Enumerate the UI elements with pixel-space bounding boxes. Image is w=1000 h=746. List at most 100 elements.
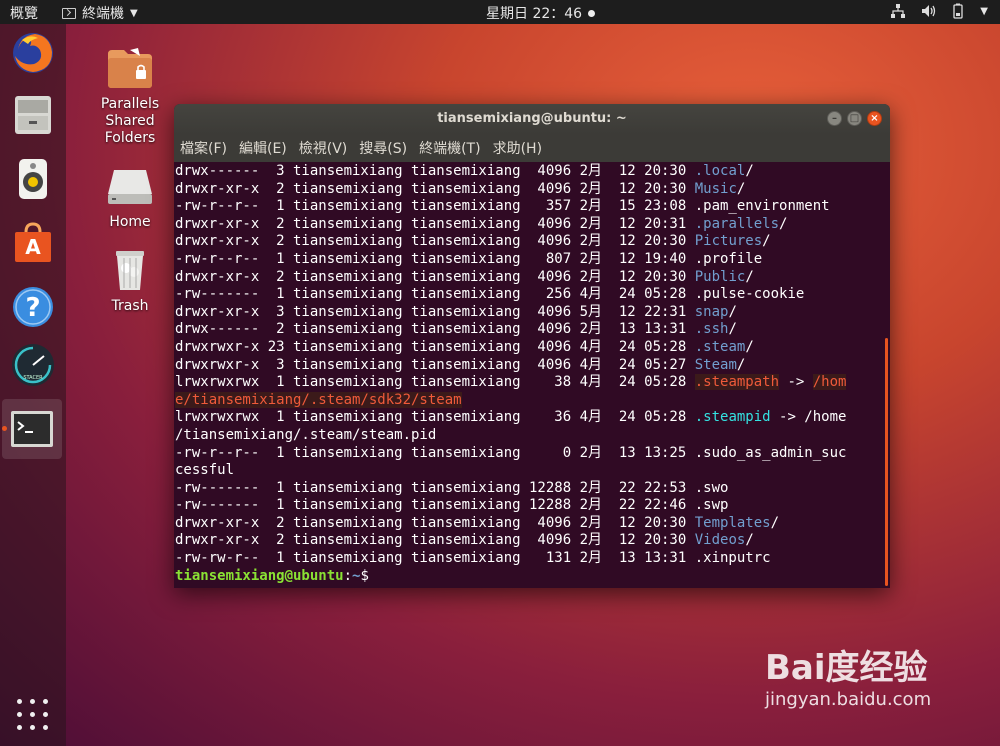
menu-search[interactable]: 搜尋(S) <box>359 138 407 158</box>
terminal-text: .steam <box>694 338 746 355</box>
terminal-text: Steam <box>694 356 737 373</box>
terminal-text: snap <box>694 303 729 320</box>
minimize-icon: – <box>832 113 837 124</box>
terminal-text: cessful <box>175 462 235 479</box>
speaker-icon <box>19 159 47 199</box>
desktop-icon-label: Parallels Shared Folders <box>100 96 160 146</box>
help-icon: ? <box>13 287 53 327</box>
notification-dot-icon <box>588 9 596 17</box>
terminal-line: drwxr-xr-x 3 tiansemixiang tiansemixiang… <box>175 304 890 322</box>
terminal-line: e/tiansemixiang/.steam/sdk32/steam <box>175 391 890 410</box>
menu-edit[interactable]: 編輯(E) <box>239 138 287 158</box>
minimize-button[interactable]: – <box>827 111 842 126</box>
terminal-text: -rw------- 1 tiansemixiang tiansemixiang… <box>175 286 805 303</box>
dock-stacer[interactable]: STACER <box>10 342 56 388</box>
terminal-text: -rw-r--r-- 1 tiansemixiang tiansemixiang… <box>175 444 847 461</box>
terminal-output[interactable]: drwx------ 3 tiansemixiang tiansemixiang… <box>174 162 890 585</box>
desktop-icon-parallels[interactable]: Parallels Shared Folders <box>90 46 170 147</box>
terminal-line: /tiansemixiang/.steam/steam.pid <box>175 427 890 445</box>
terminal-text: drwxr-xr-x 2 tiansemixiang tiansemixiang… <box>175 532 695 549</box>
menu-help[interactable]: 求助(H) <box>493 138 542 158</box>
terminal-text: .parallels <box>694 215 780 232</box>
terminal-prompt[interactable]: tiansemixiang@ubuntu:~$ <box>175 568 890 586</box>
app-menu[interactable]: 終端機 ▼ <box>62 3 138 23</box>
dock-files[interactable] <box>10 92 56 138</box>
close-icon: × <box>870 113 879 124</box>
terminal-line: lrwxrwxrwx 1 tiansemixiang tiansemixiang… <box>175 374 890 392</box>
terminal-line: -rw-r--r-- 1 tiansemixiang tiansemixiang… <box>175 251 890 269</box>
terminal-text: / <box>745 532 754 549</box>
terminal-line: drwxr-xr-x 2 tiansemixiang tiansemixiang… <box>175 515 890 533</box>
terminal-text: drwxrwxr-x 3 tiansemixiang tiansemixiang… <box>175 356 695 373</box>
menu-terminal[interactable]: 終端機(T) <box>419 138 480 158</box>
desktop-icon-home[interactable]: Home <box>90 164 170 231</box>
title-bar[interactable]: tiansemixiang@ubuntu: ~ – □ × <box>174 104 890 134</box>
show-applications-button[interactable] <box>16 698 50 732</box>
terminal-text: Pictures <box>694 233 763 250</box>
terminal-text: -rw-r--r-- 1 tiansemixiang tiansemixiang… <box>175 198 830 215</box>
terminal-text: / <box>745 338 754 355</box>
terminal-text: Videos <box>694 532 746 549</box>
dock-help[interactable]: ? <box>10 284 56 330</box>
svg-text:?: ? <box>25 293 40 323</box>
running-indicator <box>2 426 7 431</box>
terminal-text: / <box>736 180 746 197</box>
terminal-line: -rw------- 1 tiansemixiang tiansemixiang… <box>175 286 890 304</box>
dock-software[interactable]: A <box>10 220 56 266</box>
menu-file[interactable]: 檔案(F) <box>180 138 227 158</box>
terminal-text: -rw-rw-r-- 1 tiansemixiang tiansemixiang… <box>175 550 771 567</box>
activities-button[interactable]: 概覽 <box>10 3 38 23</box>
terminal-text: -> <box>779 374 813 391</box>
terminal-text: lrwxrwxrwx 1 tiansemixiang tiansemixiang… <box>175 409 695 426</box>
terminal-text: drwx------ 3 tiansemixiang tiansemixiang… <box>175 163 695 179</box>
terminal-text: drwxr-xr-x 2 tiansemixiang tiansemixiang… <box>175 215 695 232</box>
dock-firefox[interactable] <box>10 30 56 76</box>
desktop-icon-label: Home <box>109 214 151 230</box>
terminal-text: drwxr-xr-x 2 tiansemixiang tiansemixiang… <box>175 268 695 285</box>
dock-terminal[interactable] <box>2 399 62 459</box>
terminal-line: -rw-r--r-- 1 tiansemixiang tiansemixiang… <box>175 198 890 216</box>
terminal-line: drwxrwxr-x 23 tiansemixiang tiansemixian… <box>175 339 890 357</box>
terminal-text: / <box>728 321 737 338</box>
terminal-text: / <box>745 163 754 179</box>
system-tray[interactable]: ▼ <box>890 3 988 19</box>
terminal-text: /tiansemixiang/.steam/steam.pid <box>175 426 437 443</box>
close-button[interactable]: × <box>867 111 882 126</box>
prompt-sep: : <box>343 567 353 584</box>
svg-text:STACER: STACER <box>23 375 43 381</box>
terminal-icon <box>62 7 76 19</box>
drive-icon <box>108 170 152 204</box>
dock: A ? STACER <box>0 24 66 746</box>
terminal-window: tiansemixiang@ubuntu: ~ – □ × 檔案(F) 編輯(E… <box>174 104 890 588</box>
volume-icon[interactable] <box>920 3 936 19</box>
terminal-text: drwx------ 2 tiansemixiang tiansemixiang… <box>175 321 695 338</box>
battery-icon[interactable] <box>950 3 966 19</box>
dock-rhythmbox[interactable] <box>10 156 56 202</box>
clock[interactable]: 星期日 22：46 <box>486 3 596 23</box>
terminal-text: / <box>736 356 746 373</box>
terminal-text: / <box>728 303 737 320</box>
terminal-text: -> /home <box>770 409 847 426</box>
terminal-text: .steampid <box>694 409 771 426</box>
terminal-text: .local <box>694 163 746 179</box>
chevron-down-icon: ▼ <box>130 7 138 19</box>
shared-folder-icon <box>108 48 152 88</box>
desktop-icon-trash[interactable]: Trash <box>90 248 170 315</box>
gauge-icon: STACER <box>12 344 54 386</box>
menu-view[interactable]: 檢視(V) <box>299 138 348 158</box>
terminal-text: -rw------- 1 tiansemixiang tiansemixiang… <box>175 479 729 496</box>
svg-text:A: A <box>25 235 41 259</box>
network-icon[interactable] <box>890 3 906 19</box>
desktop-icon-label: Trash <box>111 298 149 314</box>
terminal-line: -rw------- 1 tiansemixiang tiansemixiang… <box>175 497 890 515</box>
terminal-text: drwxr-xr-x 3 tiansemixiang tiansemixiang… <box>175 303 695 320</box>
terminal-text: e/tiansemixiang/.steam/sdk32/steam <box>175 391 462 408</box>
terminal-text: / <box>779 215 788 232</box>
maximize-button[interactable]: □ <box>847 111 862 126</box>
terminal-text: Music <box>694 180 737 197</box>
scrollbar[interactable] <box>885 338 888 586</box>
chevron-down-icon[interactable]: ▼ <box>980 6 988 17</box>
terminal-line: drwxr-xr-x 2 tiansemixiang tiansemixiang… <box>175 181 890 199</box>
terminal-line: drwx------ 2 tiansemixiang tiansemixiang… <box>175 321 890 339</box>
prompt-user: tiansemixiang@ubuntu <box>175 567 344 584</box>
